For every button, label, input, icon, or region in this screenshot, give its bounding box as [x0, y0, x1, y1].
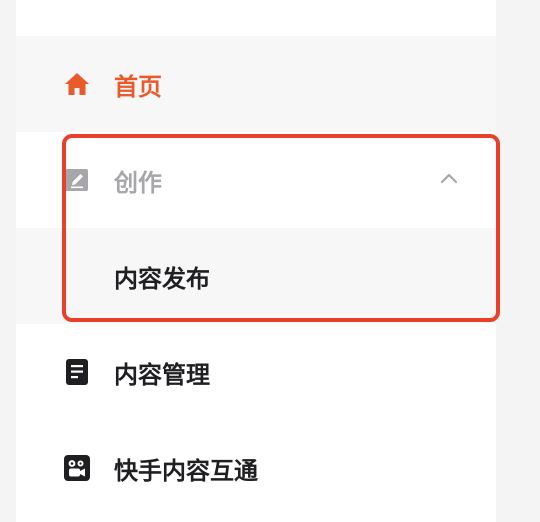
sidebar-subitem-content-publish[interactable]: 内容发布 [16, 228, 496, 324]
sidebar-item-kuaishou-sync[interactable]: 快手内容互通 [16, 420, 496, 516]
sidebar-item-label: 创作 [114, 168, 162, 197]
kuaishou-icon [64, 455, 90, 481]
sidebar-subitem-label: 内容发布 [114, 264, 210, 293]
sidebar-top-strip [16, 0, 496, 36]
sidebar-item-home[interactable]: 首页 [16, 36, 496, 132]
sidebar-item-label: 首页 [114, 72, 162, 101]
sidebar-item-label: 内容管理 [114, 360, 210, 389]
edit-icon [64, 167, 90, 193]
home-icon [64, 71, 90, 97]
chevron-up-icon[interactable] [438, 168, 460, 190]
sidebar-item-create[interactable]: 创作 [16, 132, 496, 228]
document-icon [64, 359, 90, 385]
sidebar-nav: 首页 创作 内容发布 内容管理 快手内容互通 [16, 0, 496, 522]
sidebar-item-content-manage[interactable]: 内容管理 [16, 324, 496, 420]
sidebar-item-label: 快手内容互通 [114, 456, 258, 485]
